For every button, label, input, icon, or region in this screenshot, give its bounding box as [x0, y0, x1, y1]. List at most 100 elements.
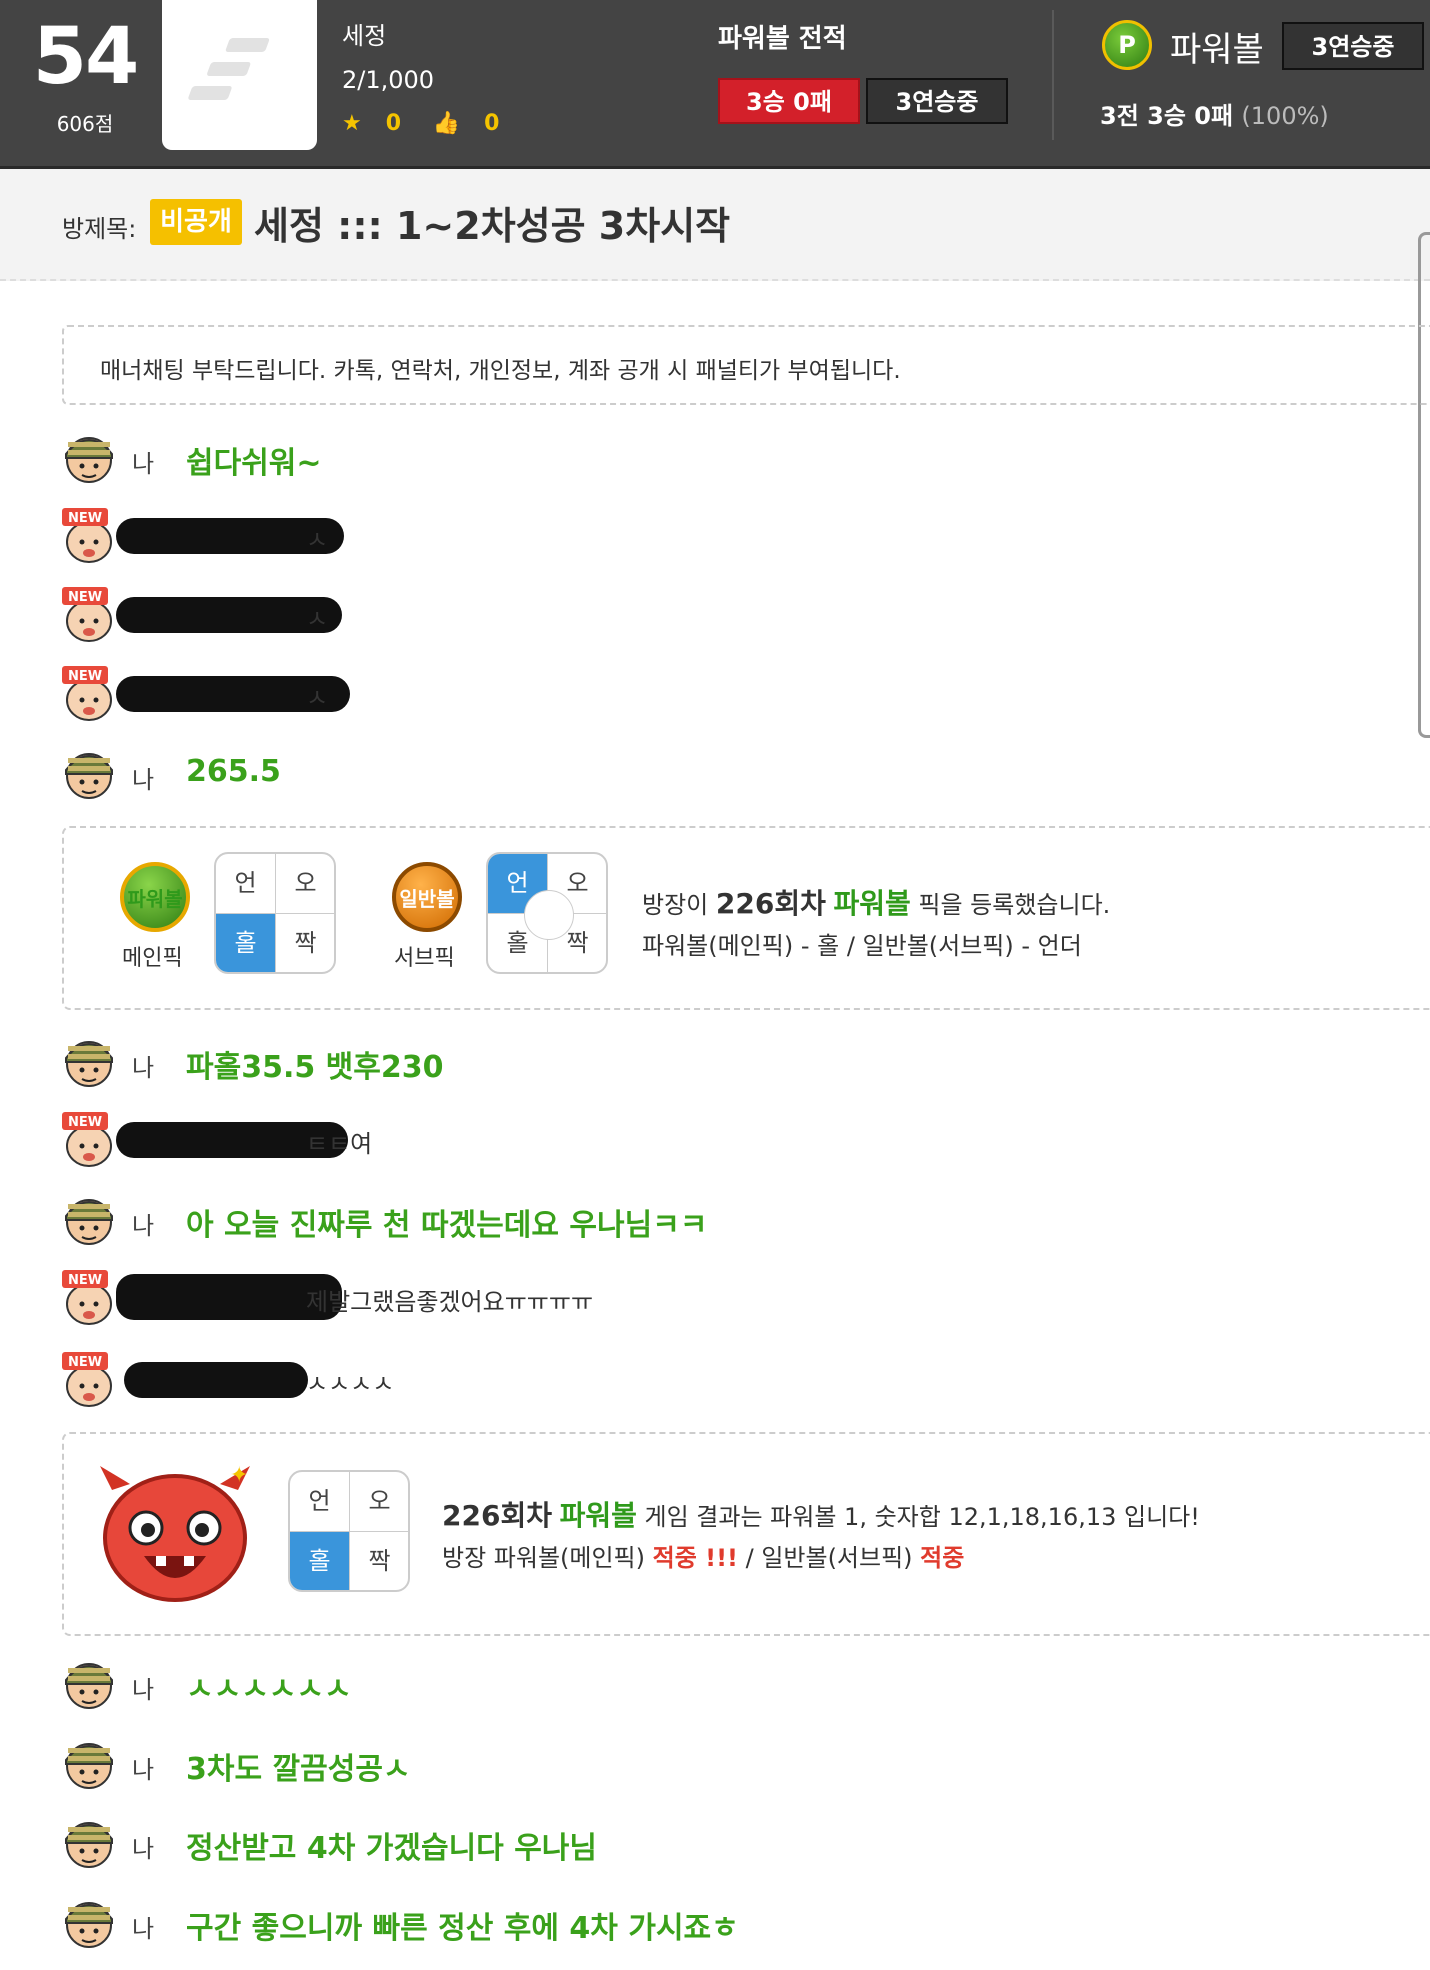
- logo-placeholder-icon: [188, 38, 270, 100]
- my-avatar-icon: [65, 437, 113, 483]
- result-grid: 언 오 홀 짝: [288, 1470, 410, 1592]
- my-avatar-icon: [65, 1743, 113, 1789]
- my-avatar-icon: [65, 1822, 113, 1868]
- grid-center-circle: [524, 890, 574, 940]
- record-title: 파워볼 전적: [718, 24, 847, 54]
- sub-pick-grid: 언 오 홀 짝: [486, 852, 608, 974]
- chat-message: 나 파홀35.5 뱃후230: [60, 1032, 1420, 1092]
- result-line1: 226회차 파워볼 게임 결과는 파워볼 1, 숫자합 12,1,18,16,1…: [442, 1494, 1200, 1534]
- header-divider: [1052, 10, 1054, 140]
- main-pick-grid: 언 오 홀 짝: [214, 852, 336, 974]
- thumbs-up-icon: 👍: [432, 111, 461, 136]
- pick-under: 언: [216, 854, 276, 914]
- profile-image[interactable]: [162, 0, 317, 150]
- pick-odd-selected: 홀: [216, 914, 276, 972]
- message-text: ㅅㅅㅅㅅ: [306, 1370, 395, 1398]
- message-text: 쉽다쉬워~: [186, 446, 322, 481]
- chat-message: 제발그랬음좋겠어요ㅠㅠㅠㅠ: [60, 1268, 1420, 1328]
- game-record-pct: (100%): [1241, 102, 1329, 130]
- game-name: 파워볼: [1170, 30, 1264, 70]
- new-user-avatar-icon: [61, 665, 112, 721]
- game-record: 3전 3승 0패 (100%): [1100, 96, 1329, 131]
- me-label: 나: [132, 1915, 155, 1943]
- redacted-username: [124, 1362, 308, 1398]
- normal-ball-icon: 일반볼: [392, 862, 462, 932]
- chat-message: ㅅ: [60, 664, 1420, 724]
- svg-text:✦: ✦: [230, 1463, 248, 1488]
- room-title-label: 방제목:: [62, 215, 137, 243]
- me-label: 나: [132, 1835, 155, 1863]
- message-text: ㅌㅌ여: [306, 1130, 373, 1158]
- new-user-avatar-icon: [61, 586, 112, 642]
- result-hit-main: 적중 !!!: [652, 1544, 738, 1572]
- notice-text: 매너채팅 부탁드립니다. 카톡, 연락처, 개인정보, 계좌 공개 시 패널티가…: [100, 358, 901, 384]
- chat-message: ㅅ: [60, 506, 1420, 566]
- profile-header: 54 606점 세정 2/1,000 ★ 0 👍 0 파워볼 전적 3승 0패 3연…: [0, 0, 1430, 169]
- pick-message-line1: 방장이 226회차 파워볼 픽을 등록했습니다.: [642, 882, 1110, 922]
- my-avatar-icon: [65, 1902, 113, 1948]
- chat-message: ㅅㅅㅅㅅ: [60, 1350, 1420, 1410]
- result-game: 파워볼: [559, 1499, 637, 1532]
- record-result-badge: 3승 0패: [718, 78, 860, 124]
- star-icon: ★: [342, 111, 362, 136]
- message-text: 아 오늘 진짜루 천 따겠는데요 우나님ㅋㅋ: [186, 1208, 708, 1243]
- private-badge: 비공개: [150, 199, 242, 245]
- chat-message: ㅌㅌ여: [60, 1110, 1420, 1170]
- user-rank: 2/1,000: [342, 66, 435, 94]
- room-title-bar: 방제목: 비공개 세정 ::: 1~2차성공 3차시작: [0, 169, 1430, 281]
- pick-message-line2: 파워볼(메인픽) - 홀 / 일반볼(서브픽) - 언더: [642, 932, 1082, 960]
- result-hit-sub: 적중: [920, 1544, 965, 1572]
- new-user-avatar-icon: [61, 507, 112, 563]
- pick-registration-box: 파워볼 메인픽 언 오 홀 짝 일반볼 서브픽 언 오 홀 짝 방장이 226회…: [62, 826, 1430, 1010]
- me-label: 나: [132, 1756, 155, 1784]
- game-result-box: ✦ 언 오 홀 짝 226회차 파워볼 게임 결과는 파워볼 1, 숫자합 12…: [62, 1432, 1430, 1636]
- message-text: ㅅㅅㅅㅅㅅㅅ: [186, 1672, 352, 1707]
- pick-msg-game: 파워볼: [833, 887, 911, 920]
- new-user-avatar-icon: [61, 1351, 112, 1407]
- pick-over: 오: [276, 854, 334, 914]
- message-text: ㅅ: [306, 526, 329, 554]
- record-streak-badge: 3연승중: [866, 78, 1008, 124]
- result-line1-text: 게임 결과는 파워볼 1, 숫자합 12,1,18,16,13 입니다!: [636, 1503, 1200, 1531]
- message-text: 265.5: [186, 754, 281, 789]
- game-record-text: 3전 3승 0패: [1100, 102, 1234, 130]
- chat-message: 나 3차도 깔끔성공ㅅ: [60, 1734, 1420, 1794]
- game-streak-badge: 3연승중: [1282, 22, 1424, 70]
- chat-message: 나 265.5: [60, 744, 1420, 804]
- new-user-avatar-icon: [61, 1269, 112, 1325]
- level-number: 54: [32, 12, 140, 102]
- message-text: 파홀35.5 뱃후230: [186, 1050, 444, 1085]
- result-line2: 방장 파워볼(메인픽) 적중 !!! / 일반볼(서브픽) 적중: [442, 1538, 964, 1573]
- pick-msg-post: 픽을 등록했습니다.: [910, 891, 1111, 919]
- result-sub-label: / 일반볼(서브픽): [737, 1544, 921, 1572]
- me-label: 나: [132, 1212, 155, 1240]
- result-under: 언: [290, 1472, 350, 1532]
- chat-message: ㅅ: [60, 585, 1420, 645]
- message-text: ㅅ: [306, 684, 329, 712]
- message-text: 정산받고 4차 가겠습니다 우나님: [186, 1831, 598, 1866]
- level-block: 54 606점: [30, 12, 140, 137]
- red-devil-icon: ✦: [100, 1463, 250, 1602]
- me-label: 나: [132, 1054, 155, 1082]
- result-main-label: 방장 파워볼(메인픽): [442, 1544, 653, 1572]
- me-label: 나: [132, 450, 155, 478]
- message-text: 3차도 깔끔성공ㅅ: [186, 1752, 411, 1787]
- star-count: 0: [385, 111, 402, 136]
- main-pick-caption: 메인픽: [122, 946, 183, 971]
- result-over: 오: [350, 1472, 408, 1532]
- my-avatar-icon: [65, 1041, 113, 1087]
- sub-pick-caption: 서브픽: [394, 946, 455, 971]
- like-count: 0: [484, 111, 500, 136]
- level-points: 606점: [56, 112, 114, 136]
- user-info: 세정 2/1,000 ★ 0 👍 0: [342, 14, 523, 146]
- message-text: 구간 좋으니까 빠른 정산 후에 4차 가시죠ㅎ: [186, 1911, 739, 1946]
- powerball-ball-icon: 파워볼: [120, 862, 190, 932]
- pick-msg-round: 226회차: [715, 887, 826, 920]
- chat-notice: 매너채팅 부탁드립니다. 카톡, 연락처, 개인정보, 계좌 공개 시 패널티가…: [62, 325, 1430, 405]
- message-text: 제발그랬음좋겠어요ㅠㅠㅠㅠ: [306, 1288, 594, 1316]
- result-round: 226회차: [442, 1499, 552, 1532]
- username: 세정: [342, 22, 387, 50]
- chat-message: 나 ㅅㅅㅅㅅㅅㅅ: [60, 1654, 1420, 1714]
- powerball-icon: P: [1102, 20, 1152, 70]
- chat-message: 나 아 오늘 진짜루 천 따겠는데요 우나님ㅋㅋ: [60, 1190, 1420, 1250]
